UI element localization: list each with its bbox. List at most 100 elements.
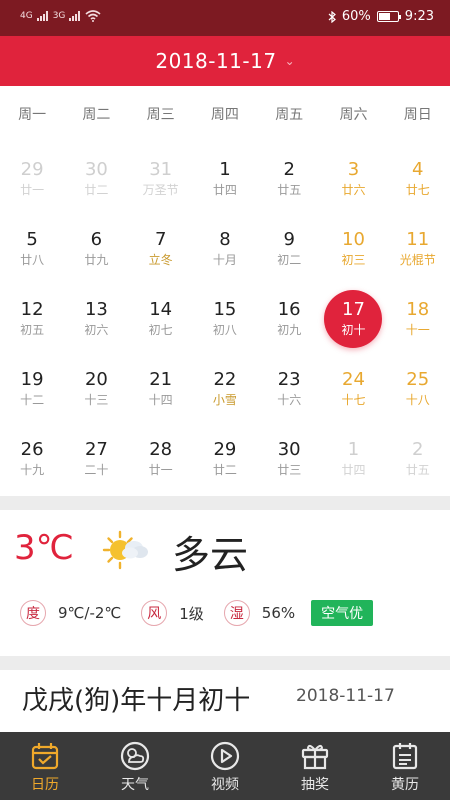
- weather-description: 多云: [172, 533, 249, 577]
- tab-label: 日历: [31, 777, 59, 793]
- lunar-day-label: 万圣节: [142, 183, 179, 197]
- day-cell-selected[interactable]: 17 初十: [321, 286, 385, 356]
- day-cell[interactable]: 25 十八: [386, 356, 450, 426]
- humidity-value: 56%: [261, 604, 296, 622]
- calendar-grid: 周一 周二 周三 周四 周五 周六 周日 29 廿一 30 廿二 31 万圣节 1 廿四 2 廿五 3 廿六 4 廿七…: [0, 86, 450, 496]
- day-cell[interactable]: 30 廿二: [64, 146, 128, 216]
- day-cell[interactable]: 27 二十: [64, 426, 128, 496]
- lunar-day-label: 十九: [20, 463, 45, 477]
- lunar-date-text: 戊戌(狗)年十月初十: [22, 686, 251, 716]
- day-cell[interactable]: 5 廿八: [0, 216, 64, 286]
- day-cell[interactable]: 22 小雪: [193, 356, 257, 426]
- day-cell[interactable]: 23 十六: [257, 356, 321, 426]
- day-number: 21: [149, 369, 173, 390]
- day-number: 30: [84, 159, 108, 180]
- day-cell[interactable]: 7 立冬: [129, 216, 193, 286]
- tab-video[interactable]: 视频: [180, 732, 270, 800]
- lunar-day-label: 初二: [277, 253, 302, 267]
- month-header[interactable]: 2018-11-17 ⌄: [0, 36, 450, 86]
- weekday-label: 周四: [210, 107, 239, 123]
- day-cell[interactable]: 15 初八: [193, 286, 257, 356]
- day-cell[interactable]: 1 廿四: [321, 426, 385, 496]
- day-cell[interactable]: 18 十一: [386, 286, 450, 356]
- day-number: 18: [406, 299, 430, 320]
- day-cell[interactable]: 9 初二: [257, 216, 321, 286]
- divider: [0, 496, 450, 510]
- tab-calendar[interactable]: 日历: [0, 732, 90, 800]
- lunar-day-label: 廿二: [212, 463, 237, 477]
- day-number: 1: [219, 159, 231, 180]
- day-cell[interactable]: 12 初五: [0, 286, 64, 356]
- day-cell[interactable]: 14 初七: [129, 286, 193, 356]
- lunar-day-label: 廿六: [341, 183, 366, 197]
- day-number: 26: [20, 439, 44, 460]
- day-number: 28: [149, 439, 173, 460]
- tab-lottery[interactable]: 抽奖: [270, 732, 360, 800]
- day-cell[interactable]: 29 廿一: [0, 146, 64, 216]
- signal-2-label: 3G: [52, 11, 66, 21]
- temp-range: 度 9℃/-2℃: [20, 600, 121, 626]
- tab-label: 黄历: [391, 777, 419, 793]
- day-number: 27: [84, 439, 108, 460]
- day-cell[interactable]: 19 十二: [0, 356, 64, 426]
- day-cell[interactable]: 2 廿五: [257, 146, 321, 216]
- header-date[interactable]: 2018-11-17: [155, 49, 276, 73]
- lunar-day-label: 十月: [212, 253, 237, 267]
- week-row: 26 十九 27 二十 28 廿一 29 廿二 30 廿三 1 廿四 2 廿五: [0, 426, 450, 496]
- day-cell[interactable]: 29 廿二: [193, 426, 257, 496]
- lunar-date-card[interactable]: 戊戌(狗)年十月初十 2018-11-17: [0, 670, 450, 732]
- day-number: 29: [213, 439, 237, 460]
- weather-card[interactable]: 3℃ 多云 度 9℃/-2℃ 风 1级 湿 56% 空气优: [0, 510, 450, 656]
- lunar-day-label: 十三: [84, 393, 109, 407]
- day-number: 3: [347, 159, 360, 180]
- battery-icon: [376, 11, 401, 22]
- tab-almanac[interactable]: 黄历: [360, 732, 450, 800]
- day-cell[interactable]: 8 十月: [193, 216, 257, 286]
- battery-fill: [378, 13, 390, 20]
- weekday-label: 周一: [18, 107, 47, 123]
- day-number: 31: [149, 159, 173, 180]
- lunar-day-label: 初三: [341, 253, 366, 267]
- wind-badge: 风: [141, 600, 168, 626]
- lunar-day-label: 小雪: [212, 393, 237, 407]
- day-number: 4: [412, 159, 424, 180]
- day-cell[interactable]: 1 廿四: [193, 146, 257, 216]
- day-cell[interactable]: 2 廿五: [386, 426, 450, 496]
- day-cell[interactable]: 21 十四: [129, 356, 193, 426]
- day-cell[interactable]: 4 廿七: [386, 146, 450, 216]
- battery-percent: 60%: [341, 9, 371, 24]
- humidity-badge: 湿: [223, 600, 250, 626]
- chevron-down-icon[interactable]: ⌄: [285, 54, 295, 68]
- lunar-day-label: 廿三: [277, 463, 302, 477]
- day-cell[interactable]: 31 万圣节: [129, 146, 193, 216]
- day-number: 2: [412, 439, 424, 460]
- day-cell[interactable]: 30 廿三: [257, 426, 321, 496]
- day-cell[interactable]: 20 十三: [64, 356, 128, 426]
- weekday-label: 周日: [403, 107, 432, 123]
- gregorian-date: 2018-11-17: [296, 686, 395, 706]
- day-cell[interactable]: 3 廿六: [321, 146, 385, 216]
- air-quality-badge: 空气优: [311, 600, 374, 626]
- day-number: 23: [277, 369, 301, 390]
- day-cell[interactable]: 28 廿一: [129, 426, 193, 496]
- day-cell[interactable]: 11 光棍节: [386, 216, 450, 286]
- day-cell[interactable]: 24 十七: [321, 356, 385, 426]
- lunar-day-label: 廿一: [20, 183, 45, 197]
- day-cell[interactable]: 13 初六: [64, 286, 128, 356]
- day-cell[interactable]: 16 初九: [257, 286, 321, 356]
- weekday-label: 周三: [146, 107, 175, 123]
- lunar-day-label: 光棍节: [399, 253, 436, 267]
- day-number: 7: [154, 229, 167, 250]
- day-cell[interactable]: 10 初三: [321, 216, 385, 286]
- day-cell[interactable]: 26 十九: [0, 426, 64, 496]
- weekday-label: 周五: [275, 107, 304, 123]
- tab-label: 视频: [211, 777, 239, 793]
- day-cell[interactable]: 6 廿九: [64, 216, 128, 286]
- day-number: 8: [219, 229, 231, 250]
- lunar-day-label: 初八: [212, 323, 237, 337]
- lunar-day-label: 初七: [148, 323, 173, 337]
- clock: 9:23: [404, 9, 434, 24]
- status-bar: 4G 3G 60% 9:23: [0, 0, 450, 36]
- day-number: 10: [342, 229, 365, 250]
- tab-weather[interactable]: 天气: [90, 732, 180, 800]
